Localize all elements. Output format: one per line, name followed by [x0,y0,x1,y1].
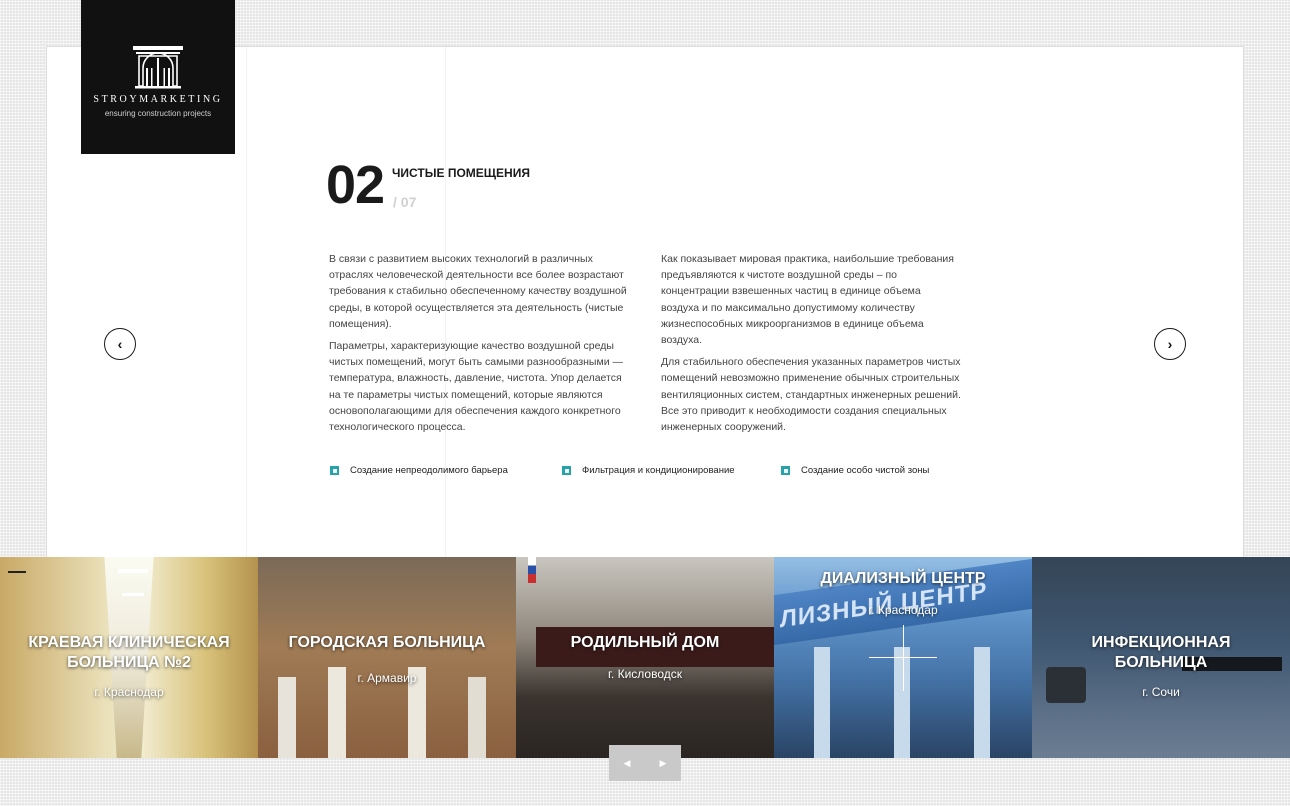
brand-name: STROYMARKETING [93,94,223,105]
project-city: г. Краснодар [868,603,938,617]
paragraph: Как показывает мировая практика, наиболь… [661,253,954,347]
project-city: г. Краснодар [94,685,164,699]
paragraph: В связи с развитием высоких технологий в… [329,253,627,330]
pager-prev-button[interactable]: ◀ [609,745,645,781]
triangle-left-icon: ◀ [623,757,631,768]
feature-item: Фильтрация и кондиционирование [562,465,735,476]
project-title: РОДИЛЬНЫЙ ДОМ [570,634,720,651]
project-card[interactable]: ИНФЕКЦИОННАЯ БОЛЬНИЦА г. Сочи [1032,557,1290,758]
paragraph: Параметры, характеризующие качество возд… [329,340,623,434]
flag-image [528,557,536,583]
strip-pager: ◀ ▶ [609,745,681,781]
text-column-left: В связи с развитием высоких технологий в… [329,251,629,441]
slide-number: 02 [326,155,385,215]
feature-label: Создание особо чистой зоны [801,465,930,476]
arch-building-icon [133,46,183,89]
project-city: г. Сочи [1142,685,1180,699]
slide-title: ЧИСТЫЕ ПОМЕЩЕНИЯ [392,166,530,180]
feature-label: Фильтрация и кондиционирование [582,465,735,476]
column-image [278,677,296,758]
project-city: г. Кисловодск [608,667,682,681]
projects-strip: КРАЕВАЯ КЛИНИЧЕСКАЯ БОЛЬНИЦА №2 г. Красн… [0,557,1290,758]
square-bullet-icon [781,466,790,475]
prev-slide-button[interactable]: ‹ [104,328,136,360]
chevron-right-icon: › [1167,336,1173,352]
brand-logo[interactable]: STROYMARKETING ensuring construction pro… [81,0,235,154]
square-bullet-icon [562,466,571,475]
column-image [468,677,486,758]
feature-item: Создание непреодолимого барьера [330,465,508,476]
feature-item: Создание особо чистой зоны [781,465,929,476]
project-title: ГОРОДСКАЯ БОЛЬНИЦА [288,634,486,651]
project-title: КРАЕВАЯ КЛИНИЧЕСКАЯ БОЛЬНИЦА №2 [28,634,230,671]
ceiling-light [122,593,144,596]
triangle-right-icon: ▶ [659,757,667,768]
feature-label: Создание непреодолимого барьера [350,465,508,476]
paragraph: Для стабильного обеспечения указанных па… [661,356,961,434]
project-city: г. Армавир [357,671,417,685]
panel-guide-line [246,47,247,557]
project-card[interactable]: ЛИЗНЫЙ ЦЕНТР ДИАЛИЗНЫЙ ЦЕНТР г. Краснода… [774,557,1032,758]
chevron-left-icon: ‹ [117,336,123,352]
brand-tagline: ensuring construction projects [104,109,212,118]
text-column-right: Как показывает мировая практика, наиболь… [661,251,961,441]
project-card[interactable]: ГОРОДСКАЯ БОЛЬНИЦА г. Армавир [258,557,516,758]
ceiling-light [118,569,148,573]
project-card[interactable]: КРАЕВАЯ КЛИНИЧЕСКАЯ БОЛЬНИЦА №2 г. Красн… [0,557,258,758]
plus-icon [903,625,904,691]
next-slide-button[interactable]: › [1154,328,1186,360]
project-title: ИНФЕКЦИОННАЯ БОЛЬНИЦА [1091,634,1231,671]
door-closer [8,571,26,581]
project-card[interactable]: РОДИЛЬНЫЙ ДОМ г. Кисловодск [516,557,774,758]
pager-next-button[interactable]: ▶ [645,745,681,781]
square-bullet-icon [330,466,339,475]
slide-total: / 07 [393,194,417,210]
project-title: ДИАЛИЗНЫЙ ЦЕНТР [820,570,986,587]
